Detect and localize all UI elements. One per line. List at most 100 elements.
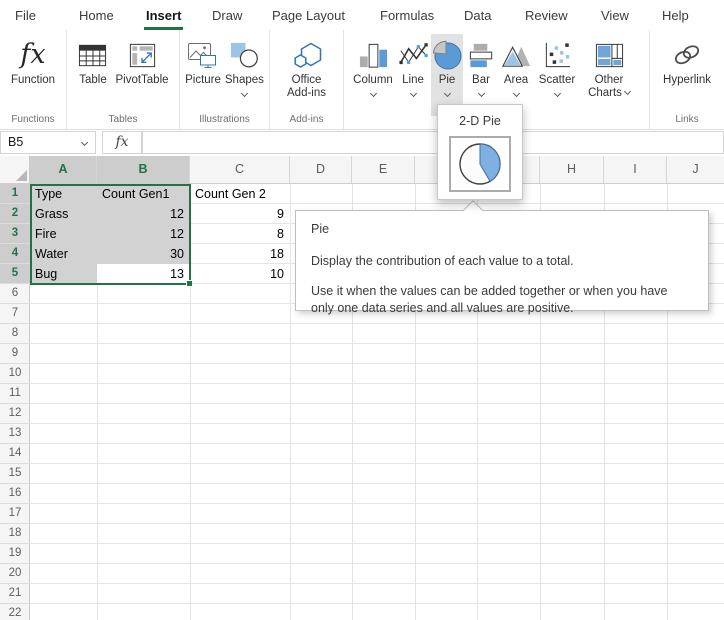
tooltip-description-1: Display the contribution of each value t…: [311, 253, 693, 269]
shapes-button[interactable]: Shapes: [224, 34, 265, 98]
column-label: Column: [353, 74, 393, 87]
chevron-down-icon[interactable]: [624, 88, 631, 95]
chevron-down-icon[interactable]: [241, 90, 248, 97]
chevron-down-icon[interactable]: [409, 90, 416, 97]
tab-formulas[interactable]: Formulas: [380, 8, 434, 23]
row-header-20[interactable]: 20: [0, 564, 30, 584]
other-charts-label: Other Charts: [585, 74, 633, 100]
fill-handle[interactable]: [186, 280, 193, 287]
table-icon: [77, 36, 108, 74]
ribbon-group-links: Hyperlink Links: [650, 30, 724, 129]
tab-home[interactable]: Home: [79, 8, 114, 23]
fx-icon: fx: [115, 134, 128, 150]
tab-page-layout[interactable]: Page Layout: [272, 8, 345, 23]
area-chart-button[interactable]: Area: [499, 34, 533, 98]
chevron-down-icon[interactable]: [512, 90, 519, 97]
pie-2d-option[interactable]: [449, 136, 511, 192]
cell-c4[interactable]: 18: [190, 244, 289, 264]
tab-insert[interactable]: Insert: [144, 8, 183, 30]
pie-chart-icon: [431, 36, 463, 74]
hyperlink-button[interactable]: Hyperlink: [662, 34, 712, 89]
row-header-11[interactable]: 11: [0, 384, 30, 404]
chevron-down-icon[interactable]: [553, 90, 560, 97]
office-addins-label: Office Add-ins: [281, 74, 333, 100]
table-button[interactable]: Table: [76, 34, 109, 89]
cell-c2[interactable]: 9: [190, 204, 289, 224]
pie-dropdown-panel: 2-D Pie: [437, 104, 523, 200]
cell-c5[interactable]: 10: [190, 264, 289, 284]
column-header-d[interactable]: D: [290, 156, 352, 183]
pivottable-icon: [127, 36, 158, 74]
cell-c3[interactable]: 8: [190, 224, 289, 244]
row-header-3[interactable]: 3: [0, 224, 30, 244]
row-header-22[interactable]: 22: [0, 604, 30, 620]
pivottable-label: PivotTable: [115, 74, 168, 87]
line-chart-icon: [398, 36, 429, 74]
column-header-e[interactable]: E: [352, 156, 415, 183]
picture-button[interactable]: Picture: [184, 34, 222, 89]
tab-view[interactable]: View: [601, 8, 629, 23]
dropdown-section-title: 2-D Pie: [438, 114, 522, 128]
row-header-7[interactable]: 7: [0, 304, 30, 324]
column-header-a[interactable]: A: [30, 156, 97, 183]
row-header-2[interactable]: 2: [0, 204, 30, 224]
office-addins-button[interactable]: Office Add-ins: [280, 34, 334, 102]
row-header-10[interactable]: 10: [0, 364, 30, 384]
line-chart-button[interactable]: Line: [397, 34, 429, 98]
tab-draw[interactable]: Draw: [212, 8, 242, 23]
row-header-19[interactable]: 19: [0, 544, 30, 564]
row-header-14[interactable]: 14: [0, 444, 30, 464]
hexagons-icon: [291, 36, 323, 74]
row-header-13[interactable]: 13: [0, 424, 30, 444]
scatter-chart-icon: [542, 36, 573, 74]
bar-label: Bar: [472, 74, 490, 87]
corner-triangle-icon: [16, 170, 27, 181]
name-box[interactable]: B5: [0, 131, 96, 154]
group-label-functions: Functions: [0, 114, 66, 125]
row-header-1[interactable]: 1: [0, 184, 30, 204]
column-header-i[interactable]: I: [604, 156, 667, 183]
tab-data[interactable]: Data: [464, 8, 491, 23]
bar-chart-button[interactable]: Bar: [465, 34, 497, 98]
function-button[interactable]: fx Function: [10, 34, 56, 89]
row-header-16[interactable]: 16: [0, 484, 30, 504]
row-header-5[interactable]: 5: [0, 264, 30, 284]
other-charts-button[interactable]: Other Charts: [581, 34, 637, 102]
formula-input[interactable]: [142, 131, 724, 154]
column-header-h[interactable]: H: [540, 156, 604, 183]
chevron-down-icon[interactable]: [369, 90, 376, 97]
scatter-chart-button[interactable]: Scatter: [535, 34, 579, 98]
column-header-row: A B C D E F G H I J: [0, 156, 724, 184]
chevron-down-icon[interactable]: [443, 90, 450, 97]
pivottable-button[interactable]: PivotTable: [114, 34, 169, 89]
row-header-4[interactable]: 4: [0, 244, 30, 264]
selection-border: [30, 184, 191, 285]
chevron-down-icon[interactable]: [477, 90, 484, 97]
column-chart-button[interactable]: Column: [351, 34, 395, 98]
formula-bar: B5 fx: [0, 130, 724, 156]
row-header-21[interactable]: 21: [0, 584, 30, 604]
row-header-17[interactable]: 17: [0, 504, 30, 524]
tab-file[interactable]: File: [15, 8, 36, 23]
insert-function-button[interactable]: fx: [102, 131, 142, 154]
row-header-18[interactable]: 18: [0, 524, 30, 544]
row-header-6[interactable]: 6: [0, 284, 30, 304]
column-header-b[interactable]: B: [97, 156, 190, 183]
ribbon-group-addins: Office Add-ins Add-ins: [270, 30, 344, 129]
row-header-8[interactable]: 8: [0, 324, 30, 344]
row-header-15[interactable]: 15: [0, 464, 30, 484]
tab-review[interactable]: Review: [525, 8, 568, 23]
select-all-corner[interactable]: [0, 156, 30, 183]
picture-label: Picture: [185, 74, 221, 87]
function-fx-icon: fx: [20, 36, 45, 74]
column-header-j[interactable]: J: [667, 156, 724, 183]
row-header-9[interactable]: 9: [0, 344, 30, 364]
chevron-down-icon[interactable]: [81, 139, 88, 146]
ribbon-group-illustrations: Picture Shapes Illustrations: [180, 30, 270, 129]
cell-c1[interactable]: Count Gen 2: [190, 184, 289, 204]
column-header-c[interactable]: C: [190, 156, 290, 183]
pie-tooltip: Pie Display the contribution of each val…: [295, 210, 709, 311]
tab-help[interactable]: Help: [662, 8, 689, 23]
excel-window: File Home Insert Draw Page Layout Formul…: [0, 0, 724, 620]
row-header-12[interactable]: 12: [0, 404, 30, 424]
